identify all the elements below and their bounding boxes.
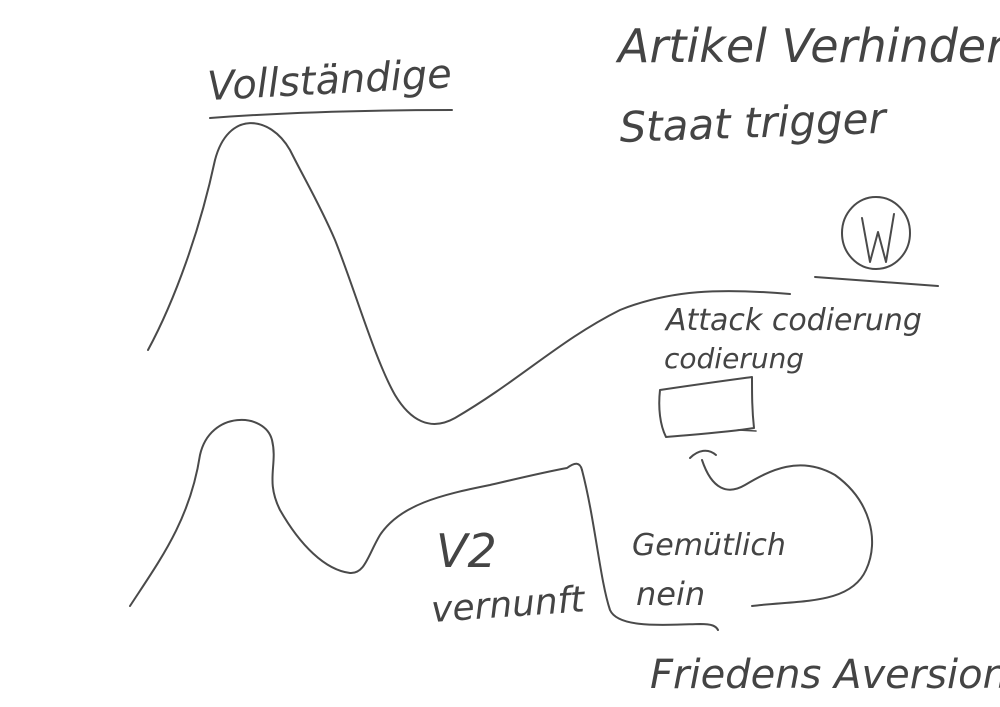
label-friedens-aversion: Friedens Aversion bbox=[650, 652, 1000, 698]
box-corner-mark bbox=[737, 429, 757, 432]
whiteboard-sketch: Vollständige Artikel Verhindern Staat tr… bbox=[129, 19, 1000, 698]
label-artikel: Artikel Verhindern bbox=[615, 19, 1000, 73]
label-vollstaendige: Vollständige bbox=[206, 51, 453, 110]
loop-arrowhead bbox=[689, 449, 717, 459]
label-v2: V2 bbox=[436, 524, 497, 578]
label-gemuetlich: Gemütlich bbox=[632, 528, 786, 563]
codierung-box bbox=[658, 376, 755, 438]
circle-w-icon bbox=[841, 196, 911, 270]
label-nein: nein bbox=[636, 575, 705, 613]
label-vernunft: vernunft bbox=[430, 579, 588, 631]
vollstaendige-underline bbox=[209, 109, 453, 119]
lower-curve bbox=[129, 419, 583, 607]
label-staat-trigger: Staat trigger bbox=[619, 94, 890, 152]
circle-w-underline bbox=[814, 276, 939, 287]
upper-curve bbox=[147, 122, 791, 425]
label-attack-codierung: Attack codierung bbox=[664, 303, 922, 338]
label-codierung: codierung bbox=[664, 342, 804, 375]
